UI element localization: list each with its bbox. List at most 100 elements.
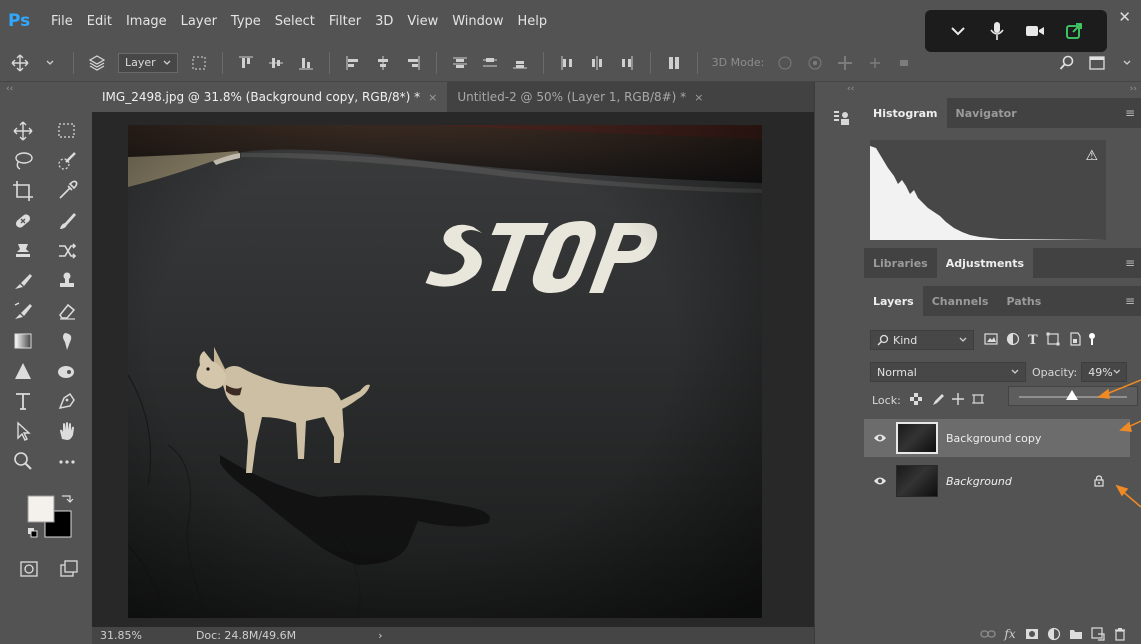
layer-row-background[interactable]: Background — [864, 462, 1130, 500]
filter-toggle-icon[interactable] — [1088, 331, 1096, 350]
art-history-brush-icon[interactable] — [10, 300, 36, 322]
adjustment-filter-icon[interactable] — [1006, 331, 1020, 350]
align-left-icon[interactable] — [341, 51, 365, 75]
menu-image[interactable]: Image — [119, 14, 174, 29]
3d-roll-icon[interactable] — [803, 51, 827, 75]
quick-selection-tool-icon[interactable] — [54, 150, 80, 172]
properties-icon[interactable] — [833, 110, 851, 126]
chevron-down-icon[interactable] — [38, 51, 62, 75]
hand-tool-icon[interactable] — [54, 420, 80, 442]
menu-3d[interactable]: 3D — [368, 14, 400, 29]
tab-img-2498[interactable]: IMG_2498.jpg @ 31.8% (Background copy, R… — [92, 82, 448, 112]
layer-name[interactable]: Background copy — [946, 432, 1041, 445]
eraser-tool-icon[interactable] — [54, 300, 80, 322]
color-swatches[interactable] — [26, 492, 76, 542]
chevron-down-icon[interactable] — [1115, 51, 1139, 75]
search-icon[interactable] — [1055, 51, 1079, 75]
gradient-tool-icon[interactable] — [10, 330, 36, 352]
add-mask-icon[interactable] — [1021, 628, 1043, 640]
new-layer-icon[interactable] — [1087, 627, 1109, 641]
pen-tool-icon[interactable] — [54, 390, 80, 412]
share-screen-icon[interactable] — [1062, 19, 1086, 43]
3d-scale-icon[interactable] — [893, 51, 917, 75]
window-close-button[interactable]: ✕ — [1118, 8, 1131, 26]
tab-paths[interactable]: Paths — [997, 286, 1050, 316]
distribute-bottom-icon[interactable] — [508, 51, 532, 75]
tab-libraries[interactable]: Libraries — [864, 248, 937, 278]
layer-name[interactable]: Background — [946, 475, 1012, 488]
opacity-input[interactable]: 49% — [1081, 362, 1128, 382]
panel-menu-icon[interactable]: ≡ — [1125, 294, 1135, 308]
collapse-icon[interactable]: ‹‹ — [847, 84, 854, 94]
menu-filter[interactable]: Filter — [322, 14, 368, 29]
lock-artboard-icon[interactable] — [971, 391, 985, 410]
brush-tool-icon[interactable] — [54, 210, 80, 232]
warning-icon[interactable]: ⚠ — [1085, 148, 1098, 164]
close-icon[interactable]: × — [694, 91, 703, 104]
tab-layers[interactable]: Layers — [864, 286, 923, 316]
type-tool-icon[interactable] — [10, 390, 36, 412]
3d-orbit-icon[interactable] — [773, 51, 797, 75]
collapse-icon[interactable]: ‹‹ — [6, 84, 13, 94]
close-icon[interactable]: × — [428, 91, 437, 104]
delete-layer-icon[interactable] — [1109, 627, 1131, 641]
smart-object-filter-icon[interactable] — [1068, 331, 1082, 350]
panel-menu-icon[interactable]: ≡ — [1125, 106, 1135, 120]
move-tool-icon[interactable] — [8, 51, 32, 75]
workspace-icon[interactable] — [1085, 51, 1109, 75]
eyedropper-tool-icon[interactable] — [54, 180, 80, 202]
menu-window[interactable]: Window — [445, 14, 510, 29]
menu-edit[interactable]: Edit — [80, 14, 119, 29]
eye-icon[interactable] — [864, 433, 896, 443]
marquee-tool-icon[interactable] — [54, 120, 80, 142]
align-top-icon[interactable] — [234, 51, 258, 75]
more-tools-icon[interactable] — [54, 450, 80, 472]
tab-histogram[interactable]: Histogram — [864, 98, 947, 128]
lock-pixels-icon[interactable] — [931, 391, 945, 410]
auto-select-icon[interactable] — [85, 51, 109, 75]
lock-transparent-icon[interactable] — [909, 391, 923, 410]
stamp-tool-icon[interactable] — [54, 270, 80, 292]
paint-brush-icon[interactable] — [10, 270, 36, 292]
panel-menu-icon[interactable]: ≡ — [1125, 256, 1135, 270]
distribute-left-icon[interactable] — [555, 51, 579, 75]
path-selection-tool-icon[interactable] — [10, 420, 36, 442]
kind-filter-dropdown[interactable]: Kind — [870, 330, 974, 350]
lasso-tool-icon[interactable] — [10, 150, 36, 172]
link-layers-icon[interactable] — [977, 629, 999, 639]
distribute-horizontal-icon[interactable] — [585, 51, 609, 75]
menu-view[interactable]: View — [400, 14, 445, 29]
menu-file[interactable]: File — [44, 14, 80, 29]
new-group-icon[interactable] — [1065, 628, 1087, 640]
document-canvas-area[interactable] — [92, 112, 814, 627]
screen-mode-icon[interactable] — [56, 558, 82, 580]
crop-tool-icon[interactable] — [10, 180, 36, 202]
opacity-slider-thumb[interactable] — [1065, 390, 1078, 400]
distribute-right-icon[interactable] — [615, 51, 639, 75]
image-filter-icon[interactable] — [984, 331, 998, 350]
clone-stamp-tool-icon[interactable] — [10, 240, 36, 262]
lock-icon[interactable] — [1094, 472, 1104, 491]
3d-pan-icon[interactable] — [833, 51, 857, 75]
type-filter-icon[interactable]: T — [1028, 333, 1038, 348]
tab-adjustments[interactable]: Adjustments — [936, 248, 1034, 278]
3d-slide-icon[interactable] — [863, 51, 887, 75]
layer-thumbnail[interactable] — [896, 465, 938, 497]
healing-brush-tool-icon[interactable] — [10, 210, 36, 232]
distribute-top-icon[interactable] — [448, 51, 472, 75]
document-image[interactable] — [128, 125, 762, 618]
eye-icon[interactable] — [864, 476, 896, 486]
tab-navigator[interactable]: Navigator — [947, 98, 1026, 128]
align-horizontal-center-icon[interactable] — [371, 51, 395, 75]
expand-icon[interactable]: ›› — [1130, 84, 1137, 94]
new-adjustment-layer-icon[interactable] — [1043, 627, 1065, 641]
shape-filter-icon[interactable] — [1046, 331, 1060, 350]
tab-untitled-2[interactable]: Untitled-2 @ 50% (Layer 1, RGB/8#) * × — [447, 82, 713, 112]
menu-select[interactable]: Select — [268, 14, 322, 29]
camera-icon[interactable] — [1023, 19, 1047, 43]
menu-type[interactable]: Type — [224, 14, 268, 29]
quick-mask-icon[interactable] — [16, 558, 42, 580]
align-vertical-center-icon[interactable] — [264, 51, 288, 75]
move-tool-icon[interactable] — [10, 120, 36, 142]
microphone-icon[interactable] — [985, 19, 1009, 43]
